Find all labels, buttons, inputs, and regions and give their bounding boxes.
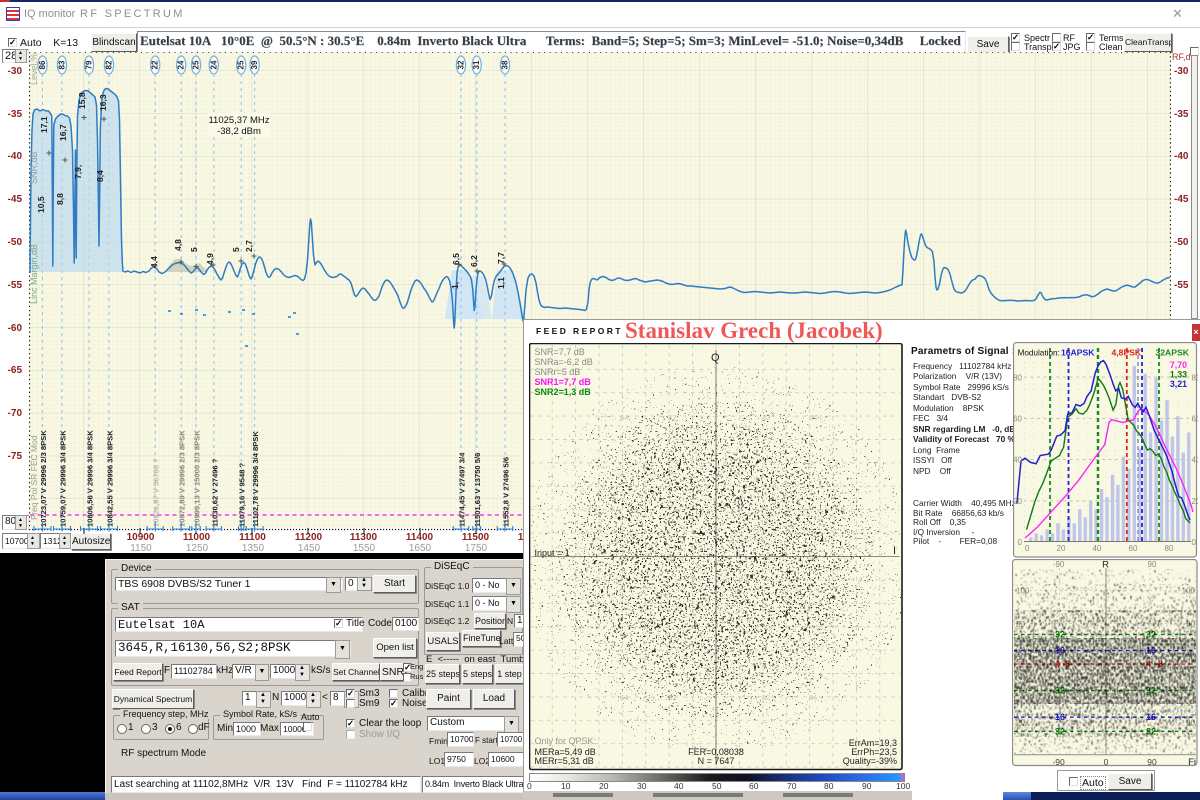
svg-text:31: 31 bbox=[472, 60, 481, 69]
svg-text:11474,45 V 27497 3/4: 11474,45 V 27497 3/4 bbox=[458, 452, 467, 527]
svg-text:90: 90 bbox=[1147, 757, 1157, 767]
svg-text:0: 0 bbox=[1192, 538, 1197, 547]
svg-text:16,7: 16,7 bbox=[58, 124, 68, 141]
svg-text:1,: 1, bbox=[450, 282, 460, 289]
svg-text:10759,07 V 29996 3/4 8PSK: 10759,07 V 29996 3/4 8PSK bbox=[59, 430, 68, 527]
svg-text:40: 40 bbox=[1013, 456, 1022, 465]
svg-text:60: 60 bbox=[1129, 544, 1138, 553]
svg-text:10842,55 V 29996 3/4 8PSK: 10842,55 V 29996 3/4 8PSK bbox=[106, 430, 115, 527]
svg-text:24: 24 bbox=[177, 60, 186, 69]
svg-text:79: 79 bbox=[85, 60, 94, 69]
svg-text:7,70: 7,70 bbox=[1170, 360, 1187, 370]
svg-text:60: 60 bbox=[1013, 415, 1022, 424]
svg-text:SNRr=5 dB: SNRr=5 dB bbox=[535, 367, 581, 377]
svg-text:MERr=5,31 dB: MERr=5,31 dB bbox=[535, 756, 594, 766]
svg-text:Modulation:: Modulation: bbox=[1018, 349, 1060, 358]
svg-text:83: 83 bbox=[58, 60, 67, 69]
svg-text:11501,63 V 13750 5/6: 11501,63 V 13750 5/6 bbox=[473, 453, 482, 527]
svg-text:25: 25 bbox=[192, 60, 201, 69]
svg-text:SNRa=-6,2 dB: SNRa=-6,2 dB bbox=[535, 357, 593, 367]
svg-text:SNR1=7,7 dB: SNR1=7,7 dB bbox=[535, 377, 592, 387]
svg-text:0: 0 bbox=[1104, 757, 1109, 767]
svg-text:32: 32 bbox=[457, 60, 466, 69]
svg-text:5: 5 bbox=[231, 247, 241, 252]
svg-text:10806,56 V 29996 3/4 8PSK: 10806,56 V 29996 3/4 8PSK bbox=[86, 430, 95, 527]
svg-text:20: 20 bbox=[1013, 497, 1022, 506]
svg-text:24: 24 bbox=[209, 60, 218, 69]
svg-text:Q: Q bbox=[711, 352, 720, 364]
svg-text:10723,07 V 29996 2/3 8PSK: 10723,07 V 29996 2/3 8PSK bbox=[39, 430, 48, 527]
svg-text:80: 80 bbox=[1165, 544, 1174, 553]
svg-text:10926,97 V 56780 ?: 10926,97 V 56780 ? bbox=[152, 458, 161, 527]
svg-text:2,7: 2,7 bbox=[244, 240, 254, 252]
svg-text:3,21: 3,21 bbox=[1170, 379, 1187, 389]
svg-text:17,1: 17,1 bbox=[39, 116, 49, 133]
svg-text:Quality=-39%: Quality=-39% bbox=[843, 756, 897, 766]
svg-text:80: 80 bbox=[1192, 374, 1199, 383]
svg-text:8,4: 8,4 bbox=[95, 170, 105, 182]
svg-text:1,1: 1,1 bbox=[496, 277, 506, 289]
svg-text:5: 5 bbox=[189, 247, 199, 252]
svg-text:11552,8 V 27496 5/6: 11552,8 V 27496 5/6 bbox=[502, 457, 511, 527]
svg-text:SNR2=1,3 dB: SNR2=1,3 dB bbox=[535, 387, 592, 397]
svg-text:90: 90 bbox=[1148, 560, 1157, 569]
svg-text:32APSK: 32APSK bbox=[1156, 348, 1190, 358]
svg-text:10972,89 V 29996 2/3 8PSK: 10972,89 V 29996 2/3 8PSK bbox=[178, 430, 187, 527]
svg-text:Input = 1: Input = 1 bbox=[535, 548, 570, 558]
svg-text:38: 38 bbox=[501, 60, 510, 69]
svg-text:6,2: 6,2 bbox=[469, 255, 479, 267]
svg-text:20: 20 bbox=[1192, 497, 1199, 506]
svg-text:-90: -90 bbox=[1052, 757, 1065, 767]
svg-text:10,5: 10,5 bbox=[36, 196, 46, 213]
svg-text:Level,%: Level,% bbox=[29, 53, 39, 85]
svg-text:-90: -90 bbox=[1053, 560, 1065, 569]
svg-text:7,9,: 7,9, bbox=[73, 165, 83, 179]
svg-text:40: 40 bbox=[1192, 456, 1199, 465]
svg-text:8,8: 8,8 bbox=[55, 193, 65, 205]
svg-text:11030,62 V 27496 ?: 11030,62 V 27496 ? bbox=[210, 458, 219, 527]
svg-text:10999,13 V 15000 2/3 8PSK: 10999,13 V 15000 2/3 8PSK bbox=[193, 430, 202, 527]
svg-text:86: 86 bbox=[38, 60, 47, 69]
svg-text:0: 0 bbox=[1025, 544, 1030, 553]
svg-text:82: 82 bbox=[105, 60, 114, 69]
svg-text:60: 60 bbox=[1192, 415, 1199, 424]
svg-text:4,8PSK: 4,8PSK bbox=[1112, 348, 1142, 358]
svg-text:40: 40 bbox=[1093, 544, 1102, 553]
svg-text:Linc Margin,dB: Linc Margin,dB bbox=[29, 244, 39, 304]
svg-text:11102,78 V 29996 3/4 8PSK: 11102,78 V 29996 3/4 8PSK bbox=[251, 431, 260, 527]
svg-text:SNR,dB: SNR,dB bbox=[29, 151, 39, 184]
svg-text:4,8: 4,8 bbox=[173, 239, 183, 251]
svg-text:80: 80 bbox=[1013, 374, 1022, 383]
svg-text:1,33: 1,33 bbox=[1170, 370, 1187, 380]
svg-text:11079,16 V 9548 ?: 11079,16 V 9548 ? bbox=[238, 462, 247, 527]
svg-text:I: I bbox=[893, 545, 896, 557]
svg-text:-38,2 dBm: -38,2 dBm bbox=[217, 126, 261, 137]
svg-text:Fi: Fi bbox=[1188, 757, 1196, 767]
svg-text:0: 0 bbox=[1018, 538, 1023, 547]
svg-text:Freq Pol SR FEC Mod: Freq Pol SR FEC Mod bbox=[29, 435, 39, 520]
svg-text:Only for QPSK:: Only for QPSK: bbox=[535, 736, 597, 746]
svg-text:39: 39 bbox=[250, 60, 259, 69]
svg-text:15,8: 15,8 bbox=[77, 92, 87, 109]
svg-text:SNR=7,7 dB: SNR=7,7 dB bbox=[535, 347, 585, 357]
svg-text:25: 25 bbox=[237, 60, 246, 69]
svg-text:20: 20 bbox=[1057, 544, 1066, 553]
svg-text:N = 7647: N = 7647 bbox=[698, 756, 735, 766]
svg-text:16APSK: 16APSK bbox=[1061, 348, 1095, 358]
svg-text:22: 22 bbox=[151, 60, 160, 69]
svg-text:16,3: 16,3 bbox=[98, 94, 108, 111]
svg-text:11025,37 MHz: 11025,37 MHz bbox=[208, 115, 269, 126]
svg-text:R: R bbox=[1102, 560, 1109, 571]
